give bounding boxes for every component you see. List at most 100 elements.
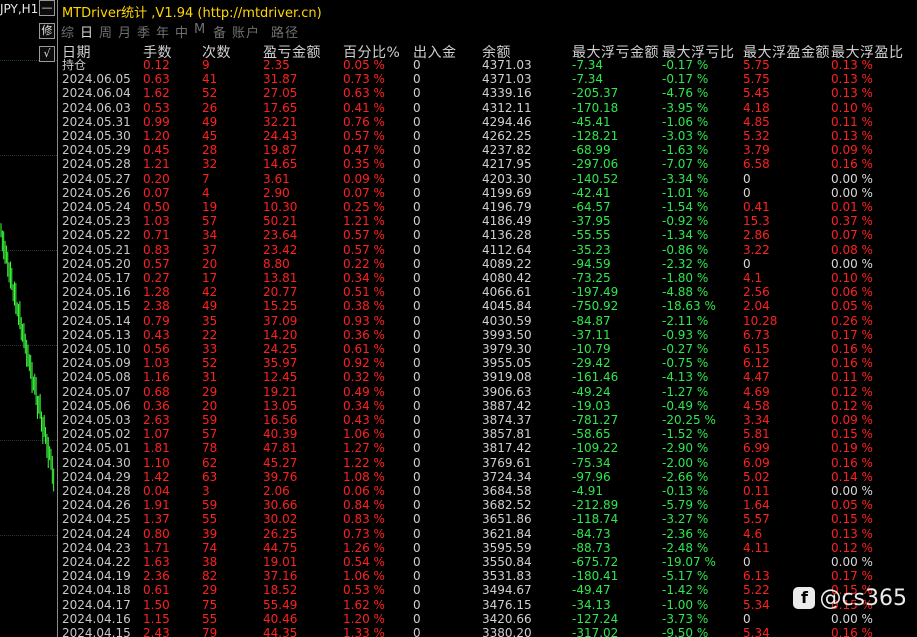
row-pl-amount: 19.87	[263, 143, 298, 158]
row-max-float-loss-pct: -7.07 %	[662, 157, 709, 172]
row-lots: 0.45	[143, 143, 170, 158]
nav-summary[interactable]: 综	[61, 22, 75, 41]
row-pl-amount: 12.45	[263, 370, 298, 385]
chart-strip: JPY,H1 — 修 √	[0, 0, 57, 637]
row-max-float-loss: -170.18	[572, 100, 619, 115]
row-deposit-withdraw: 0	[413, 484, 421, 498]
row-date: 2024.05.24	[62, 200, 131, 214]
nav-week[interactable]: 周	[99, 22, 113, 41]
table-row: 2024.04.30 1.10 62 45.27 1.22 % 0 3769.61 -75.3…	[58, 455, 917, 471]
row-date: 2024.05.15	[62, 299, 131, 314]
row-deposit-withdraw: 0	[413, 100, 421, 115]
table-row: 2024.04.18 0.61 29 18.52 0.53 % 0 3494.67 -49.4…	[58, 584, 917, 598]
row-lots: 1.03	[143, 356, 170, 371]
row-percent: 0.38 %	[343, 299, 385, 314]
row-lots: 0.63	[143, 72, 170, 87]
nav-note[interactable]: 备	[213, 22, 227, 41]
table-row: 2024.04.25 1.37 55 30.02 0.83 % 0 3651.86 -118.…	[58, 513, 917, 527]
table-row: 2024.04.23 1.71 74 44.75 1.26 % 0 3595.59 -88.7…	[58, 540, 917, 556]
row-max-float-loss-pct: -0.13 %	[662, 484, 709, 498]
watermark-text: @cs365	[819, 586, 907, 611]
minimize-button[interactable]: —	[39, 0, 55, 16]
row-count: 9	[202, 58, 210, 72]
row-max-float-gain: 10.28	[743, 313, 778, 328]
row-count: 41	[202, 72, 218, 87]
row-pl-amount: 45.27	[263, 455, 298, 470]
row-pl-amount: 55.49	[263, 597, 298, 612]
nav-day[interactable]: 日	[80, 22, 94, 41]
row-deposit-withdraw: 0	[413, 58, 421, 72]
row-date: 2024.06.05	[62, 72, 131, 87]
row-pl-amount: 44.35	[263, 626, 298, 637]
row-max-float-loss: -34.13	[572, 597, 611, 612]
row-date: 2024.04.28	[62, 484, 131, 498]
row-max-float-loss: -55.55	[572, 228, 611, 243]
row-balance: 4136.28	[482, 228, 532, 243]
row-deposit-withdraw: 0	[413, 143, 421, 158]
check-button[interactable]: √	[39, 46, 55, 62]
row-date: 2024.04.24	[62, 526, 131, 541]
row-max-float-gain: 0	[743, 171, 751, 186]
row-balance: 3550.84	[482, 555, 532, 569]
row-pl-amount: 47.81	[263, 441, 298, 456]
row-count: 31	[202, 370, 218, 385]
row-max-float-gain-pct: 0.00 %	[831, 484, 873, 498]
row-deposit-withdraw: 0	[413, 626, 421, 637]
row-balance: 4186.49	[482, 214, 532, 229]
nav-account[interactable]: 账户	[232, 22, 260, 41]
row-percent: 1.06 %	[343, 569, 385, 584]
row-date: 2024.05.02	[62, 427, 131, 442]
row-balance: 3769.61	[482, 455, 532, 470]
table-row: 2024.04.28 0.04 3 2.06 0.06 % 0 3684.58 -4.91 -0…	[58, 485, 917, 499]
price-candles	[0, 223, 55, 492]
row-max-float-gain: 5.02	[743, 469, 770, 484]
row-max-float-gain-pct: 0.05 %	[831, 299, 873, 314]
table-row: 2024.05.31 0.99 49 32.21 0.76 % 0 4294.46 -45.4…	[58, 114, 917, 130]
row-balance: 4339.16	[482, 86, 532, 101]
row-lots: 1.07	[143, 427, 170, 442]
row-count: 42	[202, 285, 218, 300]
row-max-float-loss-pct: -0.86 %	[662, 242, 709, 257]
row-deposit-withdraw: 0	[413, 271, 421, 285]
table-row: 2024.05.01 1.81 78 47.81 1.27 % 0 3817.42 -109.…	[58, 442, 917, 456]
row-date: 2024.05.30	[62, 129, 131, 143]
row-date: 2024.05.16	[62, 285, 131, 300]
row-date: 2024.05.28	[62, 157, 131, 172]
nav-middle[interactable]: 中	[175, 22, 189, 41]
row-max-float-gain: 4.69	[743, 384, 770, 399]
row-max-float-loss: -317.02	[572, 626, 619, 637]
row-pl-amount: 30.02	[263, 512, 298, 527]
row-count: 26	[202, 100, 218, 115]
table-row: 2024.05.29 0.45 28 19.87 0.47 % 0 4237.82 -68.9…	[58, 144, 917, 158]
row-deposit-withdraw: 0	[413, 555, 421, 569]
nav-year[interactable]: 年	[156, 22, 170, 41]
row-max-float-gain-pct: 0.11 %	[831, 114, 873, 129]
row-lots: 1.71	[143, 540, 170, 555]
nav-m[interactable]: M	[194, 22, 206, 37]
row-lots: 1.03	[143, 214, 170, 229]
row-balance: 3682.52	[482, 498, 532, 513]
row-deposit-withdraw: 0	[413, 256, 421, 271]
row-percent: 1.27 %	[343, 441, 385, 456]
row-percent: 1.22 %	[343, 455, 385, 470]
nav-path[interactable]: 路径	[271, 22, 299, 41]
row-max-float-loss: -84.73	[572, 526, 611, 541]
settings-button[interactable]: 修	[39, 23, 55, 39]
row-max-float-loss-pct: -0.49 %	[662, 398, 709, 413]
row-percent: 0.35 %	[343, 157, 385, 172]
row-max-float-gain-pct: 0.10 %	[831, 271, 873, 285]
table-row: 持仓 0.12 9 2.35 0.05 % 0 4371.03 -7.34 -0.17 % 5.7…	[58, 59, 917, 73]
table-row: 2024.04.16 1.15 55 40.46 1.20 % 0 3420.66 -127.…	[58, 612, 917, 627]
row-percent: 0.25 %	[343, 200, 385, 214]
row-deposit-withdraw: 0	[413, 597, 421, 612]
row-max-float-loss: -180.41	[572, 569, 619, 584]
row-max-float-loss: -73.25	[572, 271, 611, 285]
row-max-float-loss: -49.47	[572, 583, 611, 598]
row-deposit-withdraw: 0	[413, 512, 421, 527]
row-date: 2024.04.26	[62, 498, 131, 513]
row-max-float-loss: -750.92	[572, 299, 619, 314]
row-lots: 0.43	[143, 327, 170, 342]
nav-month[interactable]: 月	[118, 22, 132, 41]
nav-quarter[interactable]: 季	[137, 22, 151, 41]
row-max-float-loss-pct: -3.95 %	[662, 100, 709, 115]
